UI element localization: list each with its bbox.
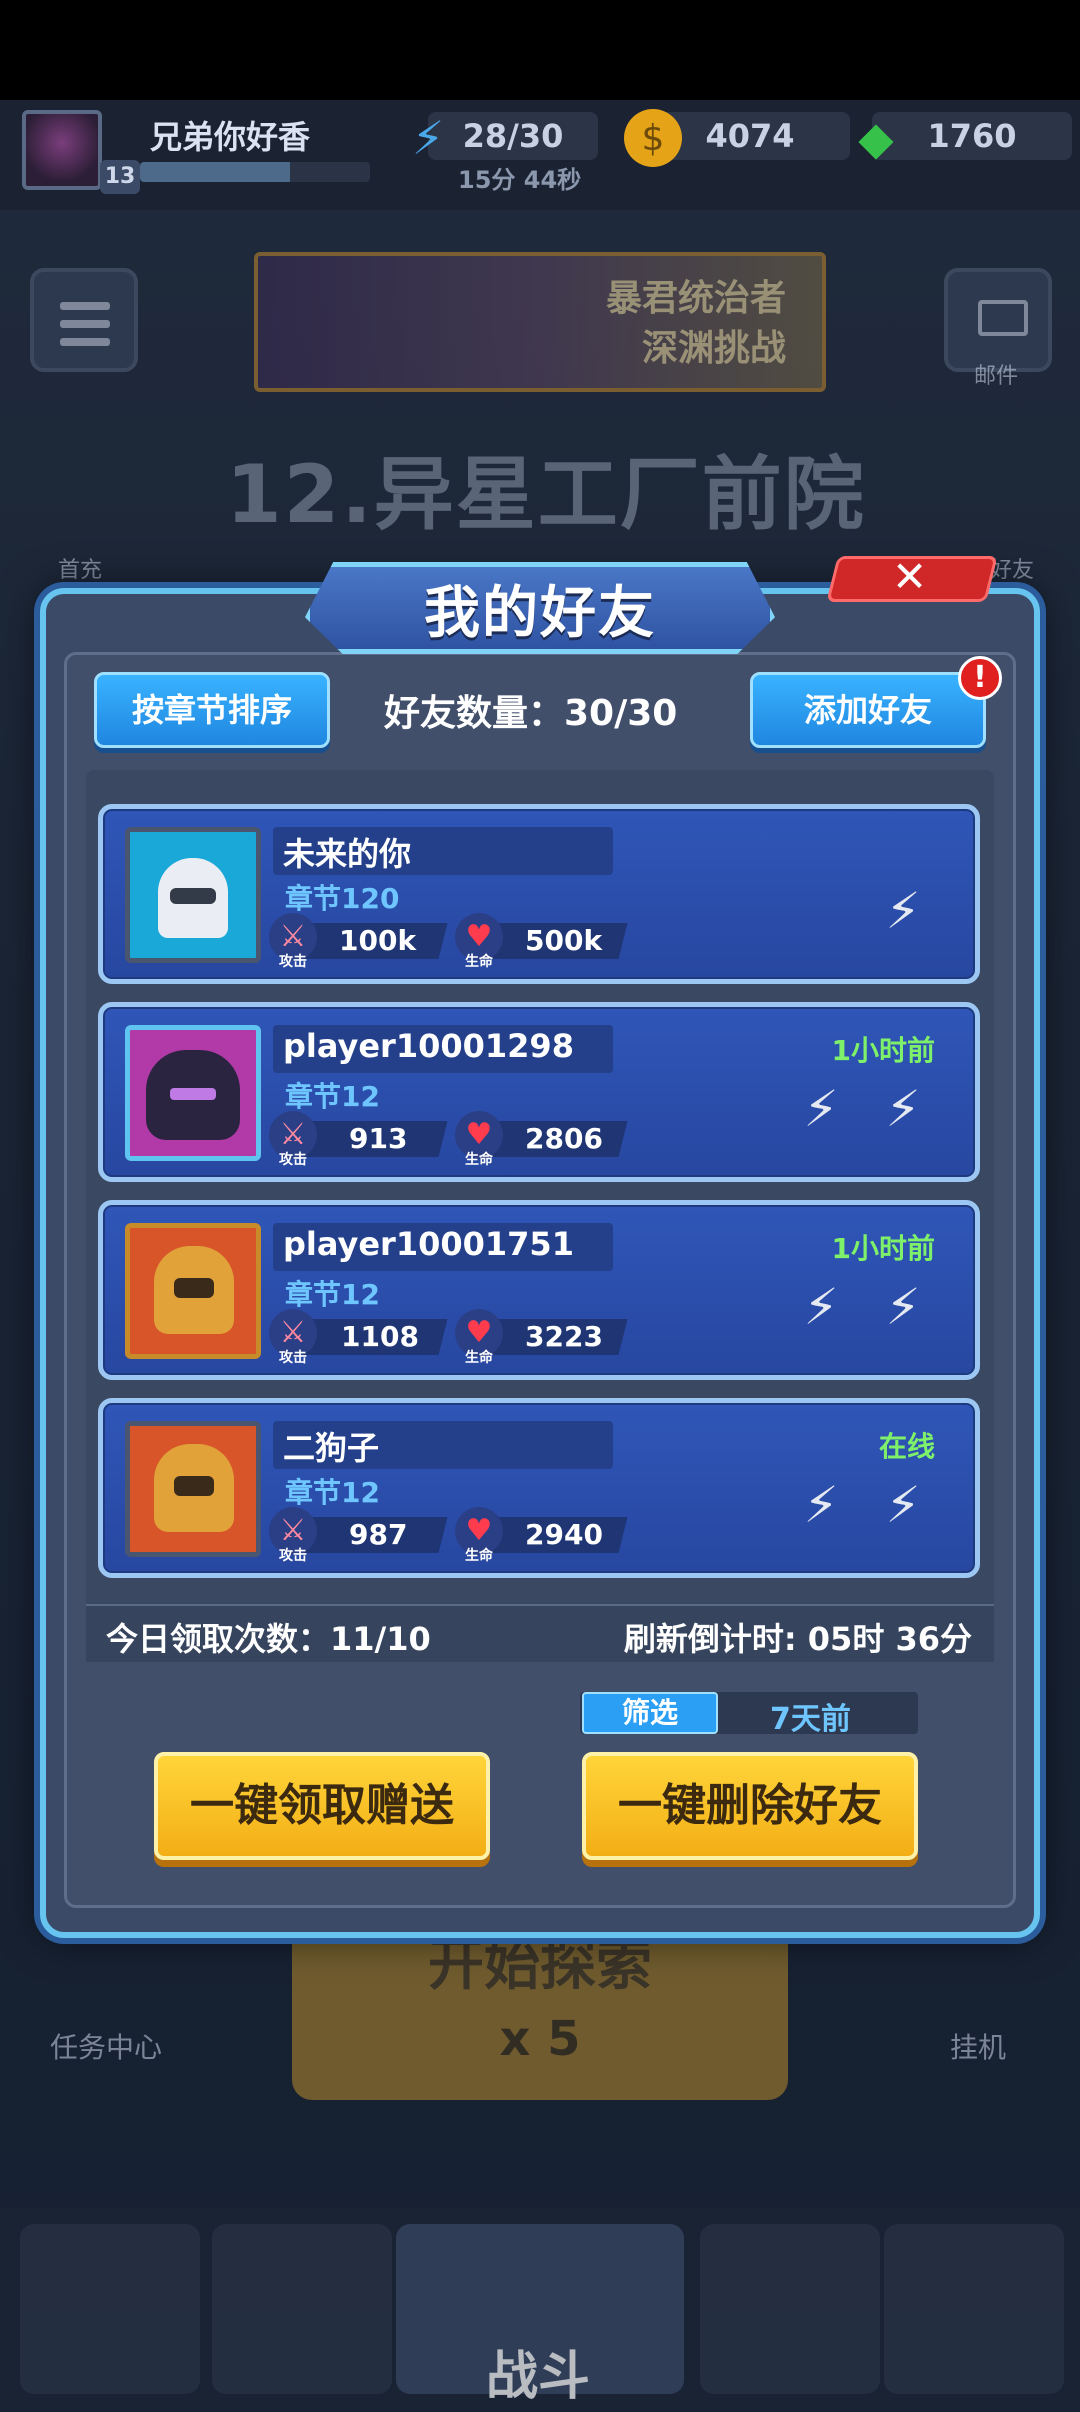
- robot-visor-icon: [174, 1278, 214, 1298]
- friend-avatar[interactable]: [125, 1223, 261, 1359]
- friend-chapter: 章节120: [285, 882, 400, 915]
- friend-chapter: 章节12: [285, 1476, 380, 1509]
- status-bar: [0, 0, 1080, 100]
- claims-today: 今日领取次数：11/10: [106, 1620, 431, 1658]
- receive-energy-icon[interactable]: ⚡: [793, 1081, 849, 1137]
- nav-tab-battle[interactable]: 战斗: [396, 2224, 684, 2407]
- gem-icon: ◆: [858, 111, 894, 165]
- filter-label[interactable]: 筛选: [582, 1692, 718, 1734]
- receive-energy-icon[interactable]: ⚡: [793, 1477, 849, 1533]
- hp-caption: 生命: [465, 954, 493, 970]
- event-banner[interactable]: 暴君统治者 深渊挑战: [254, 252, 826, 392]
- event-banner-line2: 深渊挑战: [641, 328, 786, 369]
- friend-card[interactable]: 二狗子 章节12 ⚔ 攻击 987 ♥ 生命 2940 在线 ⚡ ⚡: [98, 1398, 980, 1578]
- xp-bar: [140, 162, 370, 182]
- task-center-label[interactable]: 任务中心: [50, 2026, 162, 2066]
- coin-icon: $: [624, 109, 682, 167]
- attack-caption: 攻击: [279, 1152, 307, 1168]
- nav-tab-equipment[interactable]: [700, 2224, 880, 2394]
- friend-status: 1小时前: [831, 1034, 935, 1067]
- nav-tab-shop[interactable]: [20, 2224, 200, 2394]
- friend-hp: 2806: [525, 1122, 603, 1155]
- hp-caption: 生命: [465, 1350, 493, 1366]
- friend-chapter: 章节12: [285, 1278, 380, 1311]
- delete-all-friends-button[interactable]: 一键删除好友: [582, 1752, 918, 1860]
- friend-avatar[interactable]: [125, 1025, 261, 1161]
- hp-caption: 生命: [465, 1548, 493, 1564]
- event-banner-line1: 暴君统治者: [605, 278, 786, 319]
- envelope-icon: [978, 300, 1028, 336]
- claim-all-gifts-button[interactable]: 一键领取赠送: [154, 1752, 490, 1860]
- energy-timer: 15分 44秒: [458, 166, 582, 194]
- friend-chapter: 章节12: [285, 1080, 380, 1113]
- player-level-badge: 13: [100, 160, 140, 194]
- friend-attack: 987: [349, 1518, 408, 1551]
- friend-status: 1小时前: [831, 1232, 935, 1265]
- friend-hp: 500k: [525, 924, 603, 957]
- player-name: 兄弟你好香: [150, 118, 311, 156]
- send-energy-icon[interactable]: ⚡: [875, 1279, 931, 1335]
- bottom-navigation: 战斗: [0, 2208, 1080, 2412]
- alert-badge-icon: !: [958, 656, 1002, 700]
- battle-label: 战斗: [486, 2347, 591, 2407]
- friend-name: player10001298: [283, 1027, 574, 1065]
- sort-by-chapter-button[interactable]: 按章节排序: [94, 672, 330, 748]
- menu-icon: [60, 302, 110, 356]
- friend-hp: 3223: [525, 1320, 603, 1353]
- glowing-eyes-icon: [170, 1088, 216, 1100]
- friend-attack: 100k: [339, 924, 417, 957]
- friend-status: 在线: [878, 1430, 935, 1463]
- robot-visor-icon: [174, 1476, 214, 1496]
- friend-attack: 913: [349, 1122, 408, 1155]
- receive-energy-icon[interactable]: ⚡: [793, 1279, 849, 1335]
- friend-attack: 1108: [341, 1320, 419, 1353]
- dialog-title: 我的好友: [424, 581, 656, 646]
- attack-caption: 攻击: [279, 1548, 307, 1564]
- attack-caption: 攻击: [279, 954, 307, 970]
- mail-button[interactable]: [944, 268, 1052, 372]
- player-avatar[interactable]: [22, 110, 102, 190]
- friend-avatar[interactable]: [125, 1421, 261, 1557]
- friend-name: 未来的你: [283, 835, 412, 873]
- stage-title: 12.异星工厂前院: [226, 448, 866, 541]
- friend-count: 好友数量：30/30: [384, 693, 678, 734]
- first-charge-label[interactable]: 首充: [58, 552, 102, 584]
- send-energy-icon[interactable]: ⚡: [875, 1081, 931, 1137]
- main-menu-button[interactable]: [30, 268, 138, 372]
- idle-label[interactable]: 挂机: [950, 2026, 1006, 2066]
- start-cost: x 5: [499, 2011, 581, 2067]
- xp-bar-fill: [140, 162, 290, 182]
- friend-name: 二狗子: [283, 1429, 380, 1467]
- attack-caption: 攻击: [279, 1350, 307, 1366]
- filter-value[interactable]: 7天前: [770, 1694, 851, 1738]
- nav-tab-guild[interactable]: [884, 2224, 1064, 2394]
- lightning-icon: ⚡: [411, 111, 445, 165]
- friend-name: player10001751: [283, 1225, 574, 1263]
- friend-avatar[interactable]: [125, 827, 261, 963]
- add-friend-button[interactable]: 添加好友: [750, 672, 986, 748]
- friend-hp: 2940: [525, 1518, 603, 1551]
- mail-label: 邮件: [974, 364, 1019, 389]
- friend-card[interactable]: player10001298 章节12 ⚔ 攻击 913 ♥ 生命 2806 1…: [98, 1002, 980, 1182]
- send-energy-icon[interactable]: ⚡: [875, 883, 931, 939]
- friend-card[interactable]: player10001751 章节12 ⚔ 攻击 1108 ♥ 生命 3223 …: [98, 1200, 980, 1380]
- close-icon[interactable]: ✕: [892, 552, 927, 601]
- refresh-countdown: 刷新倒计时: 05时 36分: [623, 1620, 972, 1658]
- send-energy-icon[interactable]: ⚡: [875, 1477, 931, 1533]
- event-banner-text: 暴君统治者 深渊挑战: [606, 274, 786, 374]
- hp-caption: 生命: [465, 1152, 493, 1168]
- friend-card[interactable]: 未来的你 章节120 ⚔ 攻击 100k ♥ 生命 500k ⚡: [98, 804, 980, 984]
- nav-tab-hero[interactable]: [212, 2224, 392, 2394]
- visor-icon: [170, 888, 216, 904]
